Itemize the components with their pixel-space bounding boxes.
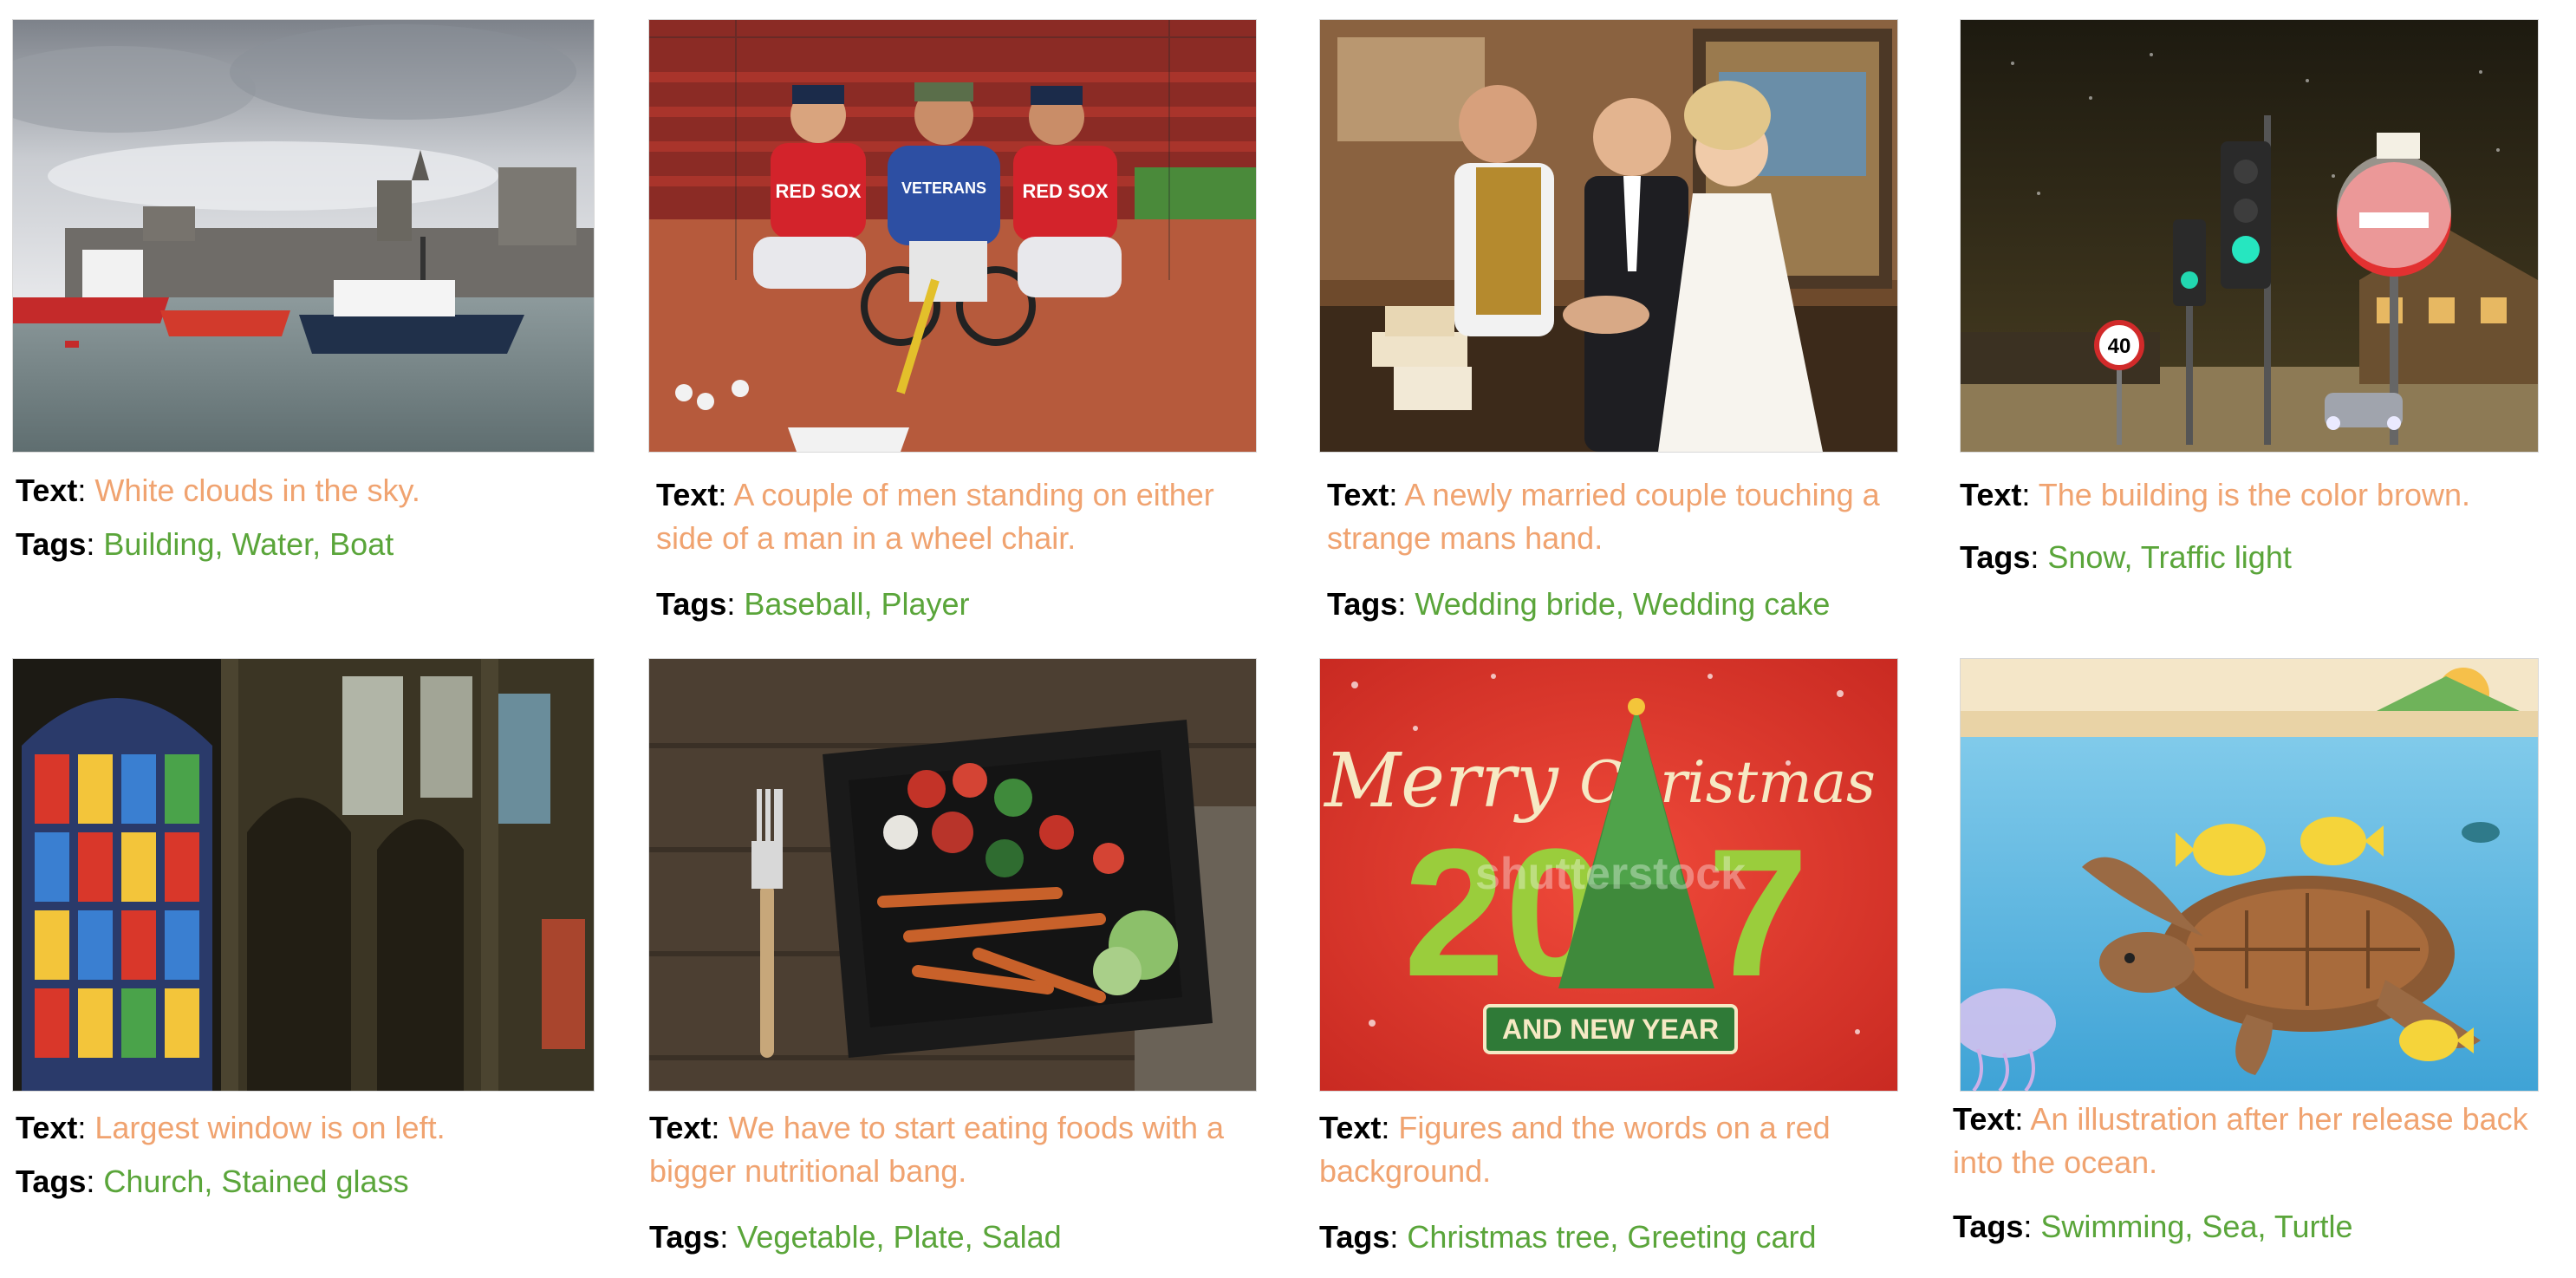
caption-value: White clouds in the sky. [94,473,420,508]
caption-text: Text: Figures and the words on a red bac… [1319,1110,1831,1189]
tags-value: Church, Stained glass [103,1164,409,1199]
text-label: Text [16,1110,78,1145]
caption-value: A couple of men standing on either side … [656,477,1214,556]
baseball-players-photo: RED SOX VETERANS RED SOX [648,19,1257,453]
tags-line: Tags: Baseball, Player [656,586,970,622]
caption-value: Largest window is on left. [94,1110,446,1145]
caption-text: Text: The building is the color brown. [1960,477,2470,512]
caption-value: We have to start eating foods with a big… [649,1110,1225,1189]
jersey-center-label: VETERANS [901,179,986,197]
text-label: Text [1319,1110,1382,1145]
tags-label: Tags [1960,539,2031,575]
caption-text: Text: We have to start eating foods with… [649,1110,1225,1189]
church-interior-photo [12,658,595,1092]
tags-value: Snow, Traffic light [2047,539,2292,575]
caption-text: Text: A newly married couple touching a … [1327,477,1880,556]
text-label: Text [1960,477,2022,512]
text-label: Text [649,1110,712,1145]
tags-value: Swimming, Sea, Turtle [2040,1209,2353,1244]
tags-line: Tags: Christmas tree, Greeting card [1319,1219,1817,1255]
tags-value: Building, Water, Boat [103,526,394,562]
tags-line: Tags: Vegetable, Plate, Salad [649,1219,1062,1255]
tags-value: Baseball, Player [744,586,970,622]
caption-text: Text: Largest window is on left. [16,1110,446,1145]
watermark-label: shutterstock [1475,849,1746,899]
jersey-left-label: RED SOX [775,180,861,202]
text-label: Text [656,477,719,512]
tags-value: Christmas tree, Greeting card [1407,1219,1817,1255]
caption-text: Text: White clouds in the sky. [16,473,420,508]
jersey-right-label: RED SOX [1022,180,1108,202]
turtle-illustration [1960,658,2539,1092]
tags-line: Tags: Snow, Traffic light [1960,539,2292,575]
tags-line: Tags: Building, Water, Boat [16,526,394,562]
snowy-street-photo: 40 [1960,19,2539,453]
tags-label: Tags [649,1219,720,1255]
text-label: Text [1953,1101,2015,1137]
caption-value: A newly married couple touching a strang… [1327,477,1880,556]
speed-sign-label: 40 [2108,335,2131,358]
tags-label: Tags [1953,1209,2024,1244]
caption-value: An illustration after her release back i… [1953,1101,2528,1180]
harbor-photo [12,19,595,453]
tags-label: Tags [1327,586,1398,622]
tags-value: Wedding bride, Wedding cake [1415,586,1831,622]
christmas-card-image: Merry Christmas 2017 AND NEW YEAR shutte… [1319,658,1898,1092]
text-label: Text [1327,477,1389,512]
card-ribbon-label: AND NEW YEAR [1502,1014,1719,1045]
tags-label: Tags [16,1164,87,1199]
caption-text: Text: A couple of men standing on either… [656,477,1214,556]
wedding-photo [1319,19,1898,453]
text-label: Text [16,473,78,508]
caption-value: The building is the color brown. [2038,477,2470,512]
tags-label: Tags [656,586,727,622]
tags-line: Tags: Wedding bride, Wedding cake [1327,586,1831,622]
tags-label: Tags [1319,1219,1390,1255]
tags-line: Tags: Swimming, Sea, Turtle [1953,1209,2353,1244]
tags-label: Tags [16,526,87,562]
tags-value: Vegetable, Plate, Salad [737,1219,1062,1255]
food-plate-photo [648,658,1257,1092]
tags-line: Tags: Church, Stained glass [16,1164,409,1199]
caption-text: Text: An illustration after her release … [1953,1101,2528,1180]
